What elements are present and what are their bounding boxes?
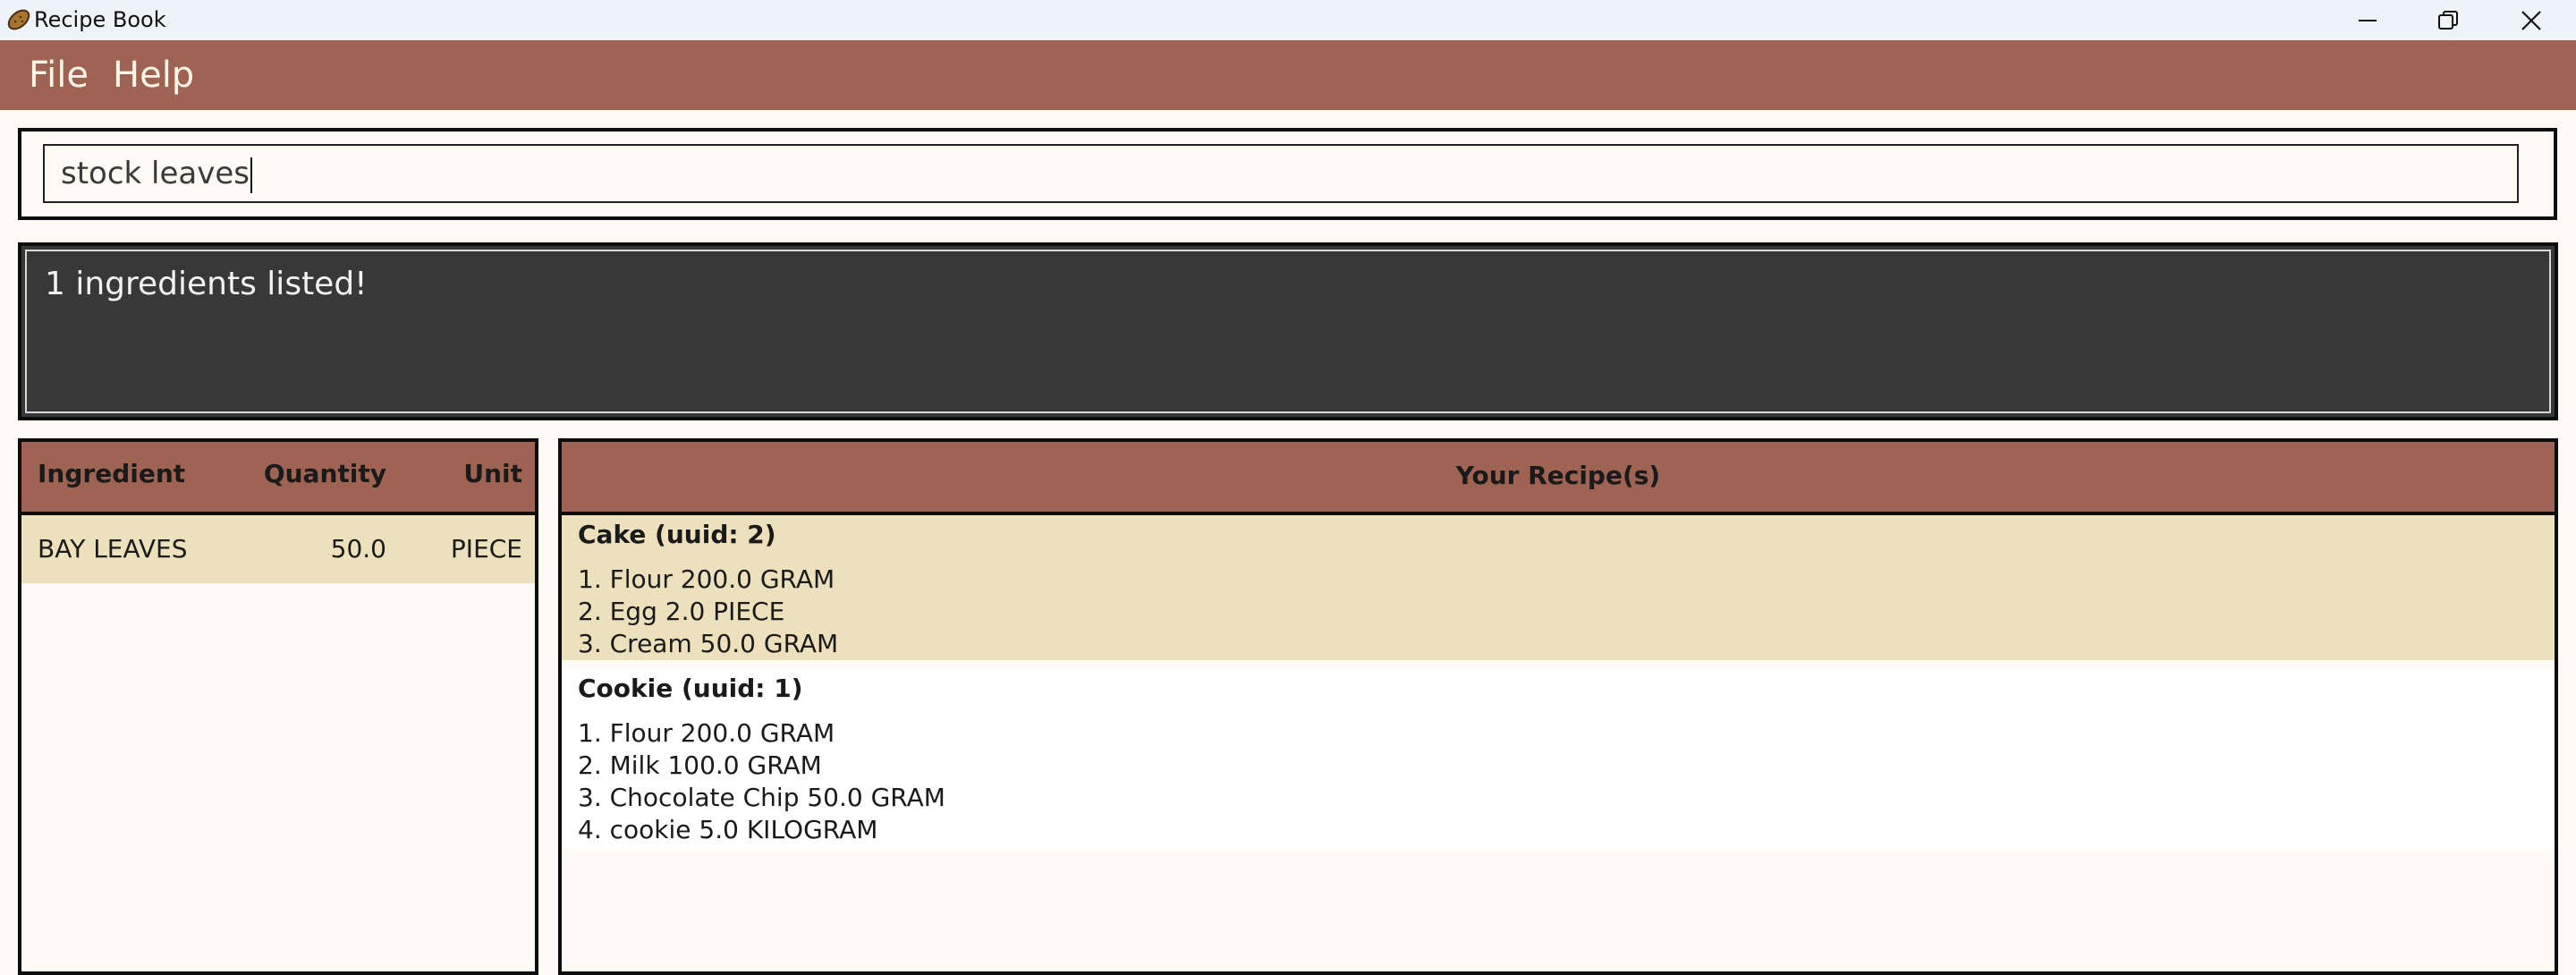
recipe-ingredient-line: 1. Flour 200.0 GRAM <box>578 718 835 748</box>
title-bar: Recipe Book <box>0 0 2576 40</box>
recipe-ingredient-line: 2. Egg 2.0 PIECE <box>578 597 785 626</box>
recipe-card-cake[interactable]: Cake (uuid: 2) 1. Flour 200.0 GRAM 2. Eg… <box>562 515 2555 660</box>
ingredient-quantity: 50.0 <box>330 534 386 564</box>
recipe-ingredient-line: 4. cookie 5.0 KILOGRAM <box>578 815 878 844</box>
minimize-icon <box>2359 19 2377 21</box>
menu-bar: File Help <box>0 40 2576 110</box>
result-message: 1 ingredients listed! <box>45 266 368 302</box>
window-title: Recipe Book <box>34 7 166 32</box>
command-box: stock leaves <box>18 128 2557 220</box>
command-input[interactable]: stock leaves <box>43 144 2519 203</box>
close-button[interactable] <box>2491 0 2572 40</box>
ingredient-unit: PIECE <box>450 534 522 564</box>
menu-help[interactable]: Help <box>113 53 194 98</box>
restore-icon <box>2438 10 2458 30</box>
ingredient-list-panel: Ingredient Quantity Unit BAY LEAVES 50.0… <box>18 438 538 975</box>
result-display: 1 ingredients listed! <box>18 242 2558 420</box>
menu-file[interactable]: File <box>29 53 89 98</box>
potato-icon <box>7 9 30 30</box>
text-caret <box>250 157 252 193</box>
column-header-unit[interactable]: Unit <box>463 456 522 492</box>
column-header-quantity[interactable]: Quantity <box>264 456 386 492</box>
recipe-ingredient-list: 1. Flour 200.0 GRAM 2. Egg 2.0 PIECE 3. … <box>578 564 838 660</box>
recipe-ingredient-line: 3. Cream 50.0 GRAM <box>578 629 839 658</box>
close-icon <box>2521 10 2541 30</box>
recipe-ingredient-list: 1. Flour 200.0 GRAM 2. Milk 100.0 GRAM 3… <box>578 717 945 846</box>
recipe-ingredient-line: 3. Chocolate Chip 50.0 GRAM <box>578 783 945 812</box>
result-frame: 1 ingredients listed! <box>25 250 2551 413</box>
ingredient-row[interactable]: BAY LEAVES 50.0 PIECE <box>21 515 535 583</box>
minimize-button[interactable] <box>2327 0 2408 40</box>
column-header-ingredient[interactable]: Ingredient <box>38 456 185 492</box>
ingredient-table-header: Ingredient Quantity Unit <box>21 442 535 515</box>
ingredient-name: BAY LEAVES <box>38 534 188 564</box>
recipe-list-header: Your Recipe(s) <box>562 442 2555 515</box>
restore-button[interactable] <box>2408 0 2488 40</box>
recipe-name: Cake (uuid: 2) <box>578 520 776 549</box>
recipe-ingredient-line: 1. Flour 200.0 GRAM <box>578 564 835 594</box>
recipe-list-title: Your Recipe(s) <box>1455 461 1661 490</box>
recipe-name: Cookie (uuid: 1) <box>578 674 803 703</box>
recipe-list-panel: Your Recipe(s) Cake (uuid: 2) 1. Flour 2… <box>558 438 2558 975</box>
recipe-ingredient-line: 2. Milk 100.0 GRAM <box>578 750 822 780</box>
recipe-card-cookie[interactable]: Cookie (uuid: 1) 1. Flour 200.0 GRAM 2. … <box>562 669 2555 848</box>
command-text: stock leaves <box>61 156 250 191</box>
